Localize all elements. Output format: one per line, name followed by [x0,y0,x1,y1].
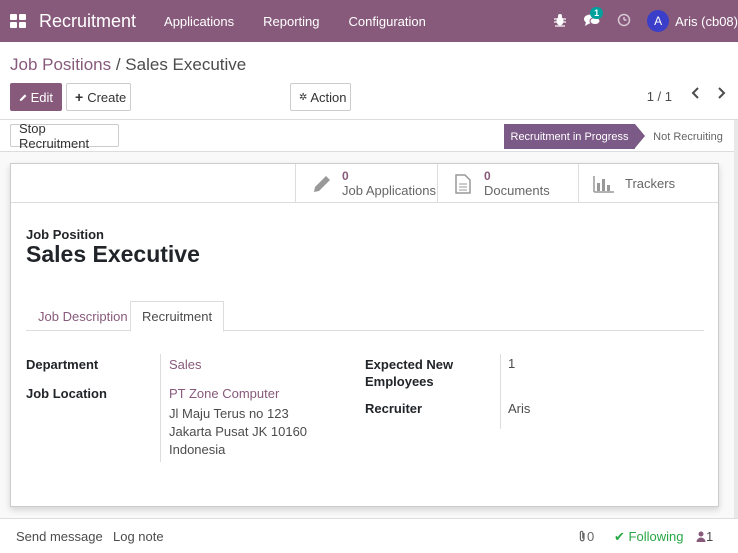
smart-button-box: 0 Job Applications 0 Documents Trackers [11,164,718,203]
check-icon: ✔ [614,529,625,544]
job-location-name[interactable]: PT Zone Computer [169,385,279,403]
documents-count: 0 [484,169,491,183]
recruiter-value[interactable]: Aris [508,400,530,418]
edit-button[interactable]: Edit [10,83,62,111]
expected-employees-label-1: Expected New [365,357,454,372]
following-label: Following [628,529,684,544]
bar-chart-icon [593,175,614,193]
breadcrumb-separator: / [111,55,126,74]
job-location-country: Indonesia [169,442,226,457]
tab-job-description[interactable]: Job Description [27,301,139,331]
following-button[interactable]: ✔ Following [614,529,683,545]
job-location-address1: Jl Maju Terus no 123 [169,406,289,421]
breadcrumb-current: Sales Executive [125,55,247,74]
action-label: Action [310,89,347,105]
followers-button[interactable]: 1 [696,529,713,544]
main-menu: Applications Reporting Configuration [164,14,455,29]
send-message-button[interactable]: Send message [16,529,103,544]
edit-label: Edit [30,89,53,105]
notebook-tabs: Job Description Recruitment [26,301,704,332]
smart-button-applications-text: 0 Job Applications [342,169,436,198]
department-value[interactable]: Sales [169,356,202,374]
chevron-left-icon[interactable] [691,86,701,104]
clock-icon[interactable] [617,13,631,30]
tab-recruitment[interactable]: Recruitment [130,301,225,332]
action-button[interactable]: ✲ Action [290,83,351,111]
menu-configuration[interactable]: Configuration [349,14,426,29]
pencil-icon [19,93,27,101]
followers-count: 1 [706,529,714,544]
chat-badge: 1 [590,6,604,19]
menu-reporting[interactable]: Reporting [263,14,319,29]
attachments-button[interactable]: 0 [578,529,594,544]
stage-recruitment-in-progress[interactable]: Recruitment in Progress [504,124,645,149]
log-note-button[interactable]: Log note [113,529,164,544]
pencil-icon [314,175,330,192]
job-location-address2: Jakarta Pusat JK 10160 [169,424,308,439]
pager-value[interactable]: 1 / 1 [647,89,672,104]
breadcrumb-parent[interactable]: Job Positions [10,55,111,74]
smart-button-applications[interactable]: 0 Job Applications [295,164,437,203]
expected-employees-label-2: Employees [365,374,434,389]
create-label: Create [87,89,127,105]
field-divider-right [500,354,501,429]
plus-icon: + [75,89,84,105]
control-panel: Job Positions / Sales Executive Edit + C… [0,42,738,120]
stop-recruitment-label: Stop Recruitment [19,120,90,151]
applications-label: Job Applications [342,183,436,198]
form-sheet: 0 Job Applications 0 Documents Trackers … [10,163,719,507]
user-menu[interactable]: Aris (cb08) [675,14,738,29]
smart-button-documents-text: 0 Documents [484,169,550,198]
breadcrumb: Job Positions / Sales Executive [10,55,246,75]
form-statusbar: Stop Recruitment Recruitment in Progress… [0,120,738,152]
department-label: Department [26,357,99,372]
app-brand[interactable]: Recruitment [39,11,136,32]
bug-icon[interactable] [553,13,567,30]
systray: 1 A Aris (cb08) [553,0,738,42]
expected-employees-value[interactable]: 1 [508,355,515,373]
trackers-label: Trackers [625,176,676,191]
gear-icon: ✲ [299,91,308,103]
stop-recruitment-button[interactable]: Stop Recruitment [10,121,119,151]
menu-applications[interactable]: Applications [164,14,234,29]
chatter-topbar: Send message Log note 0 ✔ Following 1 [0,518,738,553]
file-icon [455,173,471,194]
smart-button-documents[interactable]: 0 Documents [437,164,578,203]
smart-button-trackers[interactable]: Trackers [578,164,719,203]
top-navbar: Recruitment Applications Reporting Confi… [0,0,738,42]
user-icon [696,531,706,542]
stage-not-recruiting[interactable]: Not Recruiting [645,124,731,149]
attachments-count: 0 [587,529,595,544]
chevron-right-icon[interactable] [716,86,726,104]
avatar[interactable]: A [647,10,670,32]
documents-label: Documents [484,183,550,198]
applications-count: 0 [342,169,349,183]
recruiter-label: Recruiter [365,401,423,416]
chat-icon[interactable]: 1 [583,6,604,30]
scrollbar[interactable] [734,120,738,518]
create-button[interactable]: + Create [66,83,131,111]
job-location-label: Job Location [26,386,107,401]
field-divider [160,354,161,462]
apps-grid-icon[interactable] [10,14,26,28]
paperclip-icon [579,530,585,542]
page-title: Sales Executive [26,241,200,267]
job-position-label: Job Position [26,227,104,242]
